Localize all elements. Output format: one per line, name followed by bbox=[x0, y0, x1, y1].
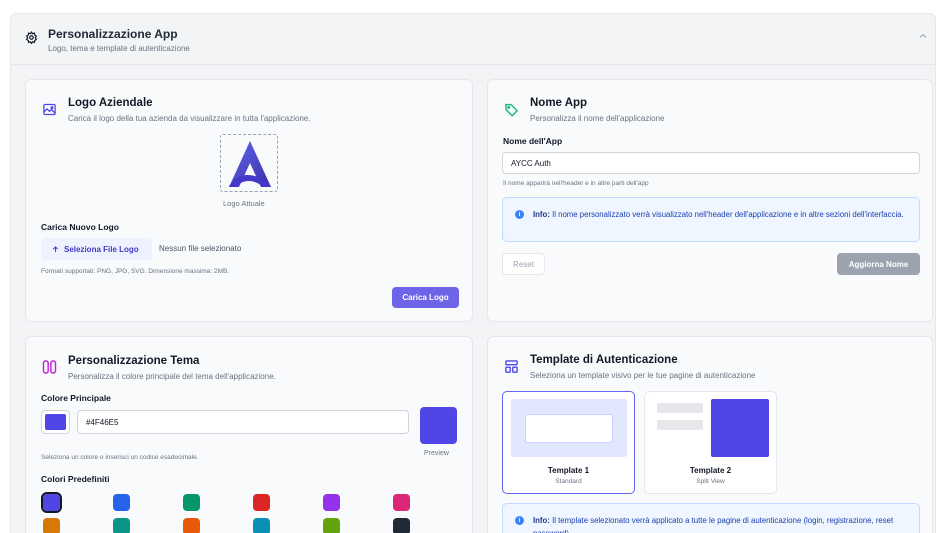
preset-color-swatch[interactable] bbox=[253, 518, 270, 533]
app-name-info-box: i Info: Il nome personalizzato verrà vis… bbox=[502, 197, 920, 242]
logo-card-title: Logo Aziendale bbox=[68, 97, 153, 109]
preset-colors-label: Colori Predefiniti bbox=[41, 474, 110, 484]
logo-card-subtitle: Carica il logo della tua azienda da visu… bbox=[68, 114, 311, 123]
palette-columns-icon bbox=[42, 360, 57, 374]
template-split-preview bbox=[653, 399, 769, 457]
preset-color-swatch[interactable] bbox=[253, 494, 270, 511]
color-preview bbox=[420, 407, 457, 444]
layout-template-icon bbox=[505, 360, 518, 373]
primary-color-label: Colore Principale bbox=[41, 393, 111, 403]
preset-color-swatch[interactable] bbox=[41, 492, 62, 513]
gear-icon bbox=[25, 31, 38, 44]
app-customization-panel: Personalizzazione App Logo, tema e templ… bbox=[10, 13, 936, 533]
panel-subtitle: Logo, tema e template di autenticazione bbox=[48, 44, 190, 53]
primary-color-picker[interactable] bbox=[41, 410, 70, 434]
preset-color-swatch[interactable] bbox=[183, 518, 200, 533]
preset-color-swatch[interactable] bbox=[113, 518, 130, 533]
select-logo-file-label: Seleziona File Logo bbox=[64, 244, 139, 254]
auth-template-card-subtitle: Seleziona un template visivo per le tue … bbox=[530, 371, 756, 380]
template-info-box: i Info: Il template selezionato verrà ap… bbox=[502, 503, 920, 533]
formats-hint: Formati supportati: PNG, JPG, SVG. Dimen… bbox=[41, 268, 230, 275]
upload-label: Carica Nuovo Logo bbox=[41, 222, 119, 232]
theme-card-title: Personalizzazione Tema bbox=[68, 355, 200, 367]
preset-color-swatch[interactable] bbox=[393, 494, 410, 511]
primary-color-hint: Seleziona un colore o inserisci un codic… bbox=[41, 454, 199, 461]
preset-color-swatch[interactable] bbox=[43, 518, 60, 533]
theme-card-subtitle: Personalizza il colore principale del te… bbox=[68, 372, 276, 381]
template-option-split-view[interactable]: Template 2 Split View bbox=[644, 391, 777, 494]
app-name-field-label: Nome dell'App bbox=[503, 136, 563, 146]
select-logo-file-button[interactable]: Seleziona File Logo bbox=[41, 238, 152, 260]
file-status: Nessun file selezionato bbox=[159, 244, 242, 253]
preset-color-swatch[interactable] bbox=[113, 494, 130, 511]
primary-color-hex-input[interactable]: #4F46E5 bbox=[77, 410, 409, 434]
chevron-up-icon[interactable] bbox=[917, 30, 929, 42]
panel-title: Personalizzazione App bbox=[48, 27, 178, 41]
update-name-button[interactable]: Aggiorna Nome bbox=[837, 253, 920, 275]
app-name-card-title: Nome App bbox=[530, 97, 588, 109]
app-name-card: Nome App Personalizza il nome dell'appli… bbox=[487, 79, 933, 322]
reset-button[interactable]: Reset bbox=[502, 253, 545, 275]
template-standard-preview bbox=[511, 399, 627, 457]
current-logo-caption: Logo Attuale bbox=[223, 199, 265, 208]
app-name-info-text: Info: Il nome personalizzato verrà visua… bbox=[533, 210, 904, 219]
template-option-standard[interactable]: Template 1 Standard bbox=[502, 391, 635, 494]
template-desc: Standard bbox=[555, 478, 582, 485]
auth-template-card-title: Template di Autenticazione bbox=[530, 354, 678, 366]
preset-color-swatch[interactable] bbox=[323, 494, 340, 511]
info-icon: i bbox=[515, 210, 524, 219]
current-logo-frame bbox=[220, 134, 278, 192]
app-name-hint: Il nome apparirà nell'header e in altre … bbox=[503, 180, 649, 187]
theme-card: Personalizzazione Tema Personalizza il c… bbox=[25, 336, 473, 533]
preset-color-swatch[interactable] bbox=[183, 494, 200, 511]
preset-color-swatch[interactable] bbox=[393, 518, 410, 533]
template-info-text: Info: Il template selezionato verrà appl… bbox=[533, 516, 894, 533]
preset-color-swatch[interactable] bbox=[323, 518, 340, 533]
preview-label: Preview bbox=[424, 450, 449, 457]
template-name: Template 2 bbox=[689, 466, 732, 475]
app-name-card-subtitle: Personalizza il nome dell'applicazione bbox=[530, 114, 665, 123]
app-name-input[interactable]: AYCC Auth bbox=[502, 152, 920, 174]
upload-logo-button[interactable]: Carica Logo bbox=[392, 287, 459, 308]
primary-color-chip bbox=[45, 414, 66, 430]
info-icon: i bbox=[515, 516, 524, 525]
template-desc: Split View bbox=[696, 478, 725, 485]
logo-card: Logo Aziendale Carica il logo della tua … bbox=[25, 79, 473, 322]
upload-icon bbox=[52, 245, 59, 252]
template-name: Template 1 bbox=[547, 466, 590, 475]
tag-icon bbox=[505, 103, 519, 117]
auth-template-card: Template di Autenticazione Seleziona un … bbox=[487, 336, 933, 533]
company-logo-icon bbox=[229, 141, 271, 187]
image-icon bbox=[43, 103, 56, 116]
panel-header[interactable]: Personalizzazione App Logo, tema e templ… bbox=[11, 14, 935, 65]
